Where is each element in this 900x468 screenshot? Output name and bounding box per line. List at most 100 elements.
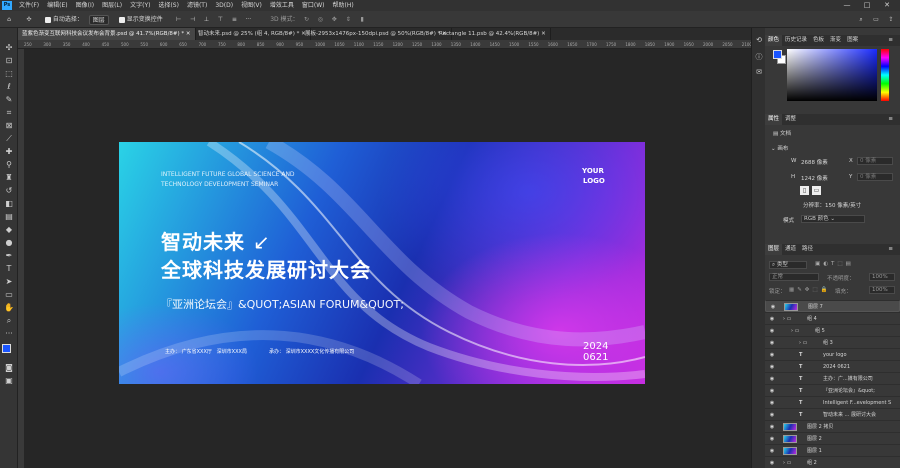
dodge-icon[interactable]: ● xyxy=(1,237,17,249)
clone-stamp-icon[interactable]: ♜ xyxy=(1,172,17,184)
layer-row[interactable]: ◉ Tyour logo xyxy=(765,348,900,360)
menu-item-1[interactable]: 编辑(E) xyxy=(43,0,71,11)
eraser-icon[interactable]: ◧ xyxy=(1,198,17,210)
tab-gradients[interactable]: 渐变 xyxy=(827,35,844,46)
auto-select-checkbox[interactable]: 自动选择： xyxy=(44,16,83,23)
layer-row[interactable]: ◉ T 主办：广...媒有限公司 xyxy=(765,372,900,384)
screen-mode-icon[interactable]: ▣ xyxy=(1,375,17,387)
tab-document-2[interactable]: 智动未来.psd @ 25% (组 4, RGB/8#) * ✕ xyxy=(194,28,311,40)
menu-item-5[interactable]: 选择(S) xyxy=(154,0,183,11)
align-center-icon[interactable]: ⊣ xyxy=(187,11,199,28)
tab-history[interactable]: 历史记录 xyxy=(782,35,810,46)
layer-row[interactable]: ◉ 图层 2 xyxy=(765,432,900,444)
more-tools-icon[interactable]: ··· xyxy=(1,328,17,340)
menu-item-7[interactable]: 3D(D) xyxy=(211,0,237,11)
layer-row[interactable]: ◉ › ▭ 组 4 xyxy=(765,312,900,324)
tab-document-1[interactable]: 蓝紫色渐变互联网科技会议发布会背景.psd @ 41.7%(RGB/8#) * … xyxy=(18,28,196,40)
more-options-icon[interactable]: ··· xyxy=(242,11,254,28)
home-icon[interactable]: ⌂ xyxy=(3,11,15,28)
panel-menu-icon[interactable]: ≡ xyxy=(885,35,896,46)
layer-filter-select[interactable]: ⌕ 类型 xyxy=(769,261,807,269)
layer-filter-icons[interactable]: ▣◐T⬚▤ xyxy=(815,261,854,267)
auto-select-dropdown[interactable]: 图层 xyxy=(88,14,109,25)
pen-icon[interactable]: ✒ xyxy=(1,250,17,262)
3d-camera-icon[interactable]: ▮ xyxy=(356,11,368,28)
move-icon[interactable]: ✣ xyxy=(1,42,17,54)
tab-swatches[interactable]: 色板 xyxy=(810,35,827,46)
height-value[interactable]: 1242 像素 xyxy=(801,174,828,182)
3d-slide-icon[interactable]: ⇕ xyxy=(342,11,354,28)
blur-icon[interactable]: ◆ xyxy=(1,224,17,236)
properties-menu-icon[interactable]: ≡ xyxy=(885,114,896,125)
minimize-button[interactable]: — xyxy=(840,0,854,11)
workspace-icon[interactable]: ▭ xyxy=(870,11,882,28)
brush-icon[interactable]: ⚲ xyxy=(1,159,17,171)
layer-row[interactable]: ◉ T 2024 0621 xyxy=(765,360,900,372)
fill-input[interactable]: 100% xyxy=(869,286,895,294)
color-mode-select[interactable]: RGB 颜色 ⌄ xyxy=(801,215,865,223)
tab-color[interactable]: 颜色 xyxy=(765,35,783,46)
maximize-button[interactable]: □ xyxy=(860,0,874,11)
healing-brush-icon[interactable]: ✚ xyxy=(1,146,17,158)
type-icon[interactable]: T xyxy=(1,263,17,275)
layer-row[interactable]: ◉ › ▭ 组 2 xyxy=(765,456,900,468)
layer-row[interactable]: ◉ 图层 1 xyxy=(765,444,900,456)
menu-item-0[interactable]: 文件(F) xyxy=(15,0,43,11)
3d-roll-icon[interactable]: ◎ xyxy=(314,11,326,28)
3d-pan-icon[interactable]: ✥ xyxy=(328,11,340,28)
hand-icon[interactable]: ✋ xyxy=(1,302,17,314)
hue-slider[interactable] xyxy=(881,49,889,101)
gradient-icon[interactable]: ▤ xyxy=(1,211,17,223)
layer-row[interactable]: ◉ T 『亚洲论坛会』&quot; xyxy=(765,384,900,396)
comments-panel-icon[interactable]: ✉ xyxy=(754,68,764,76)
landscape-orientation-icon[interactable]: ▭ xyxy=(812,186,821,195)
menu-item-3[interactable]: 图层(L) xyxy=(98,0,126,11)
history-brush-icon[interactable]: ↺ xyxy=(1,185,17,197)
menu-item-10[interactable]: 窗口(W) xyxy=(298,0,329,11)
layer-row[interactable]: ◉ T Intelligent F...evelopment S xyxy=(765,396,900,408)
quick-select-icon[interactable]: ✎ xyxy=(1,94,17,106)
crop-icon[interactable]: ⌗ xyxy=(1,107,17,119)
info-panel-icon[interactable]: ⓘ xyxy=(754,52,764,62)
opacity-input[interactable]: 100% xyxy=(869,273,895,281)
menu-item-2[interactable]: 图像(I) xyxy=(72,0,98,11)
foreground-color-swatch[interactable] xyxy=(2,344,11,353)
tab-document-3[interactable]: 展板-2953x1476px-150dpi.psd @ 50%(RGB/8#) … xyxy=(301,28,452,40)
history-panel-icon[interactable]: ⟲ xyxy=(754,36,764,44)
tab-layers[interactable]: 图层 xyxy=(765,244,783,255)
rectangle-icon[interactable]: ▭ xyxy=(1,289,17,301)
marquee-icon[interactable]: ⬚ xyxy=(1,68,17,80)
layer-row[interactable]: ◉ 图层 2 拷贝 xyxy=(765,420,900,432)
tab-patterns[interactable]: 图案 xyxy=(844,35,861,46)
menu-item-11[interactable]: 帮助(H) xyxy=(329,0,358,11)
tab-channels[interactable]: 通道 xyxy=(782,244,799,255)
frame-icon[interactable]: ⊠ xyxy=(1,120,17,132)
close-button[interactable]: ✕ xyxy=(880,0,894,11)
layer-row[interactable]: ◉ › ▭ 组 5 xyxy=(765,324,900,336)
eyedropper-icon[interactable]: ⟋ xyxy=(1,133,17,145)
layer-row[interactable]: ◉ › ▭ 组 3 xyxy=(765,336,900,348)
width-value[interactable]: 2688 像素 xyxy=(801,158,828,166)
menu-item-6[interactable]: 滤镜(T) xyxy=(183,0,211,11)
color-picker-field[interactable] xyxy=(787,49,877,101)
color-fg-swatch[interactable] xyxy=(773,50,782,59)
path-select-icon[interactable]: ➤ xyxy=(1,276,17,288)
menu-item-4[interactable]: 文字(Y) xyxy=(126,0,154,11)
blend-mode-select[interactable]: 正常 xyxy=(769,273,819,281)
align-right-icon[interactable]: ⊥ xyxy=(201,11,213,28)
3d-rotate-icon[interactable]: ↻ xyxy=(300,11,312,28)
tab-paths[interactable]: 路径 xyxy=(799,244,816,255)
align-left-icon[interactable]: ⊢ xyxy=(173,11,185,28)
layer-row[interactable]: ◉ 图层 7 xyxy=(765,300,900,312)
menu-item-8[interactable]: 视图(V) xyxy=(237,0,266,11)
tab-document-4[interactable]: Rectangle 11.psb @ 42.4%(RGB/8#) ✕ xyxy=(435,28,551,40)
lasso-icon[interactable]: ℓ xyxy=(1,81,17,93)
share-icon[interactable]: ⇪ xyxy=(885,11,897,28)
layers-menu-icon[interactable]: ≡ xyxy=(885,244,896,255)
artboard-image[interactable]: INTELLIGENT FUTURE GLOBAL SCIENCE AND TE… xyxy=(119,142,645,384)
tab-adjustments[interactable]: 调整 xyxy=(782,114,799,125)
artboard-icon[interactable]: ⊡ xyxy=(1,55,17,67)
y-input[interactable]: 0 像素 xyxy=(857,173,893,181)
align-top-icon[interactable]: ⊤ xyxy=(214,11,226,28)
show-transform-checkbox[interactable]: 显示变换控件 xyxy=(118,16,163,23)
